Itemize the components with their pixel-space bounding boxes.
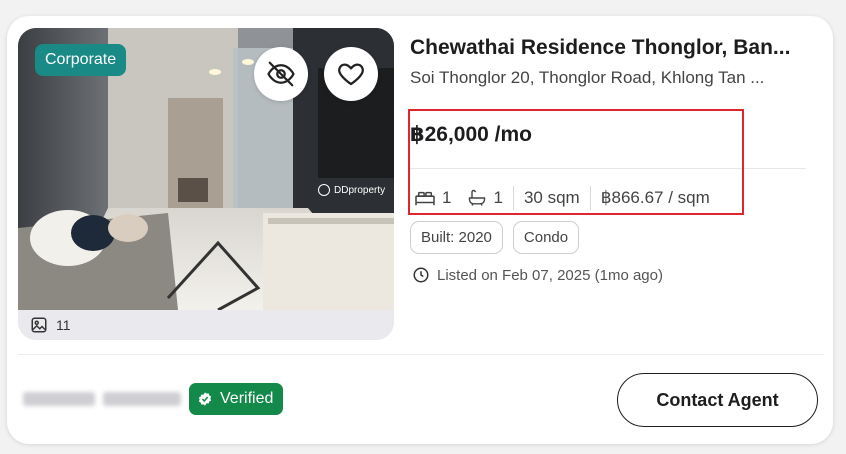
clock-icon xyxy=(413,267,429,283)
favorite-button[interactable] xyxy=(324,47,378,101)
listing-address: Soi Thonglor 20, Thonglor Road, Khlong T… xyxy=(410,68,765,87)
listed-date-text: Listed on Feb 07, 2025 (1mo ago) xyxy=(437,266,663,284)
image-gallery-icon xyxy=(31,317,47,333)
verified-badge-icon xyxy=(198,392,212,406)
contact-agent-button[interactable]: Contact Agent xyxy=(617,373,818,427)
redacted-text xyxy=(103,392,181,406)
hide-listing-button[interactable] xyxy=(254,47,308,101)
listing-details: Chewathai Residence Thonglor, Ban... Soi… xyxy=(410,34,806,284)
photo-watermark: DDproperty xyxy=(318,184,385,196)
tag-property-type: Condo xyxy=(512,221,580,254)
verified-badge: Verified xyxy=(189,383,284,415)
watermark-logo-icon xyxy=(318,184,330,196)
tag-built-year: Built: 2020 xyxy=(410,221,503,254)
listing-tags: Built: 2020 Condo xyxy=(410,221,580,254)
listing-title[interactable]: Chewathai Residence Thonglor, Ban... xyxy=(410,34,806,62)
photo-count: 11 xyxy=(56,317,71,333)
watermark-text: DDproperty xyxy=(334,184,386,196)
listed-date: Listed on Feb 07, 2025 (1mo ago) xyxy=(412,266,663,284)
listing-card[interactable]: DDproperty Corporate 11 Chewathai Reside… xyxy=(7,16,833,444)
heart-icon xyxy=(338,63,364,86)
listing-photo[interactable]: DDproperty Corporate 11 xyxy=(18,28,394,340)
eye-off-icon xyxy=(267,61,295,87)
photo-footer[interactable]: 11 xyxy=(18,310,394,340)
card-divider xyxy=(18,354,824,355)
agent-name-redacted[interactable] xyxy=(23,392,181,406)
corporate-badge: Corporate xyxy=(35,44,127,76)
verified-label: Verified xyxy=(220,390,274,407)
annotation-highlight-box xyxy=(408,109,744,215)
redacted-text xyxy=(23,392,95,406)
